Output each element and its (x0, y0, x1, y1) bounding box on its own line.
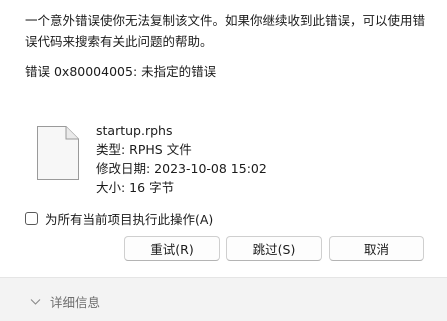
file-modified-date: 修改日期: 2023-10-08 15:02 (96, 161, 267, 176)
chevron-down-icon (30, 298, 41, 305)
dialog-footer: 详细信息 (0, 277, 447, 321)
file-type: 类型: RPHS 文件 (96, 142, 192, 157)
skip-button[interactable]: 跳过(S) (226, 236, 322, 261)
apply-to-all-label: 为所有当前项目执行此操作(A) (45, 212, 214, 227)
checkbox-box[interactable] (25, 212, 38, 225)
error-message-line2: 误代码来搜索有关此问题的帮助。 (25, 34, 213, 49)
details-toggle[interactable]: 详细信息 (30, 292, 100, 311)
error-message-line1: 一个意外错误使你无法复制该文件。如果你继续收到此错误，可以使用错 (25, 13, 426, 28)
file-name: startup.rphs (96, 123, 173, 138)
file-icon (37, 126, 79, 180)
file-details: startup.rphs 类型: RPHS 文件 修改日期: 2023-10-0… (96, 121, 267, 197)
error-message: 一个意外错误使你无法复制该文件。如果你继续收到此错误，可以使用错 误代码来搜索有… (25, 10, 425, 52)
retry-button[interactable]: 重试(R) (124, 236, 220, 261)
cancel-button[interactable]: 取消 (329, 236, 424, 261)
file-size: 大小: 16 字节 (96, 180, 175, 195)
error-code: 错误 0x80004005: 未指定的错误 (25, 64, 217, 79)
apply-to-all-checkbox[interactable]: 为所有当前项目执行此操作(A) (25, 209, 213, 228)
details-label: 详细信息 (50, 295, 101, 310)
